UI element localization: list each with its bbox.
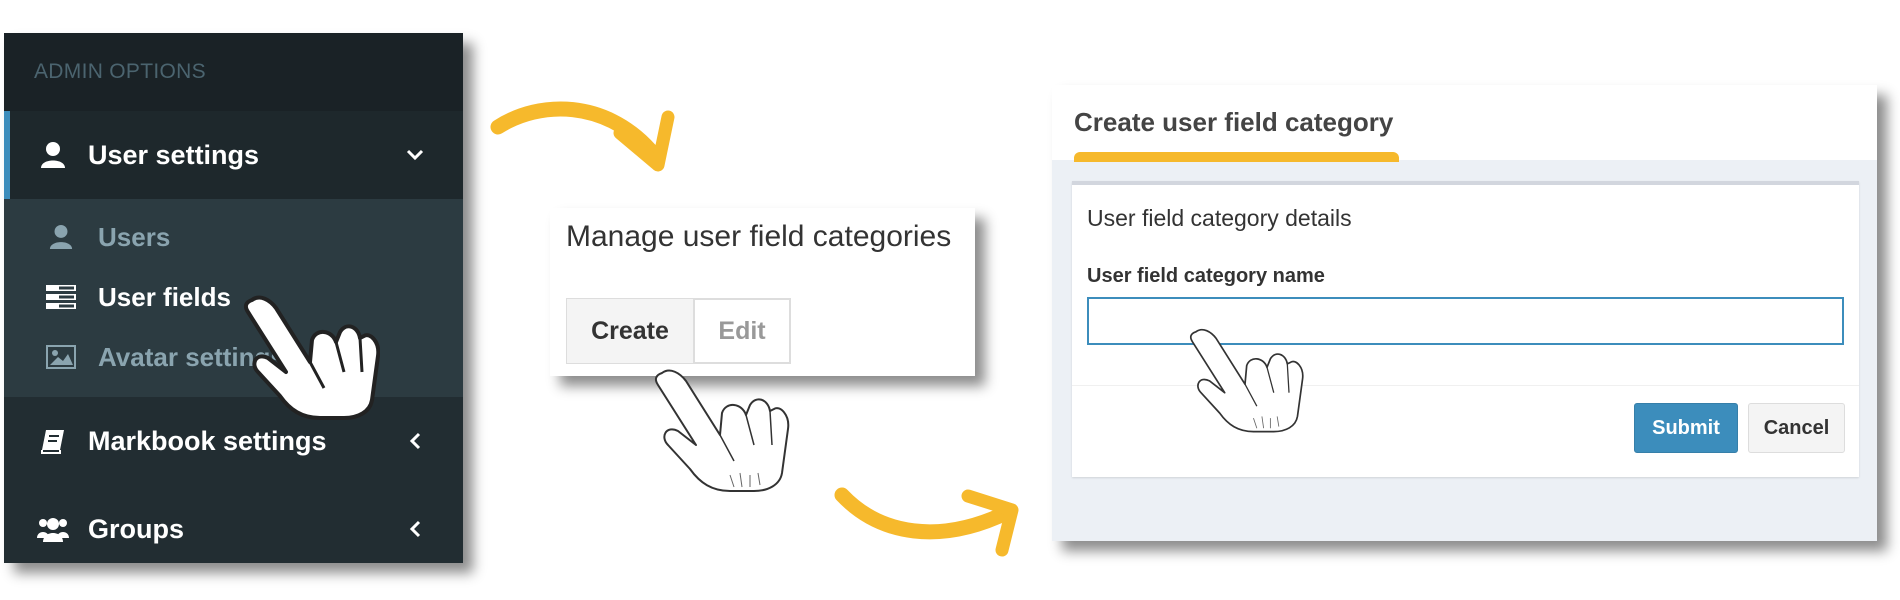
users-icon [36, 514, 70, 544]
chevron-down-icon[interactable] [395, 149, 435, 161]
edit-button[interactable]: Edit [693, 298, 791, 364]
sidebar-item-groups[interactable]: Groups [4, 485, 463, 563]
button-group: Create Edit [566, 298, 791, 364]
sidebar-item-label: Markbook settings [88, 425, 327, 456]
sidebar-subitem-user-fields[interactable]: User fields [4, 267, 463, 327]
sidebar-item-label: User settings [88, 139, 260, 170]
book-icon [36, 426, 70, 456]
create-category-panel: Create user field category User field ca… [1052, 85, 1877, 541]
chevron-left-icon[interactable] [395, 432, 435, 450]
pointing-hand-icon [243, 295, 380, 420]
sidebar-header: ADMIN OPTIONS [4, 33, 463, 111]
user-settings-submenu: Users User fields Avatar settings [4, 199, 463, 397]
pointing-hand-icon [1189, 328, 1304, 433]
submit-button[interactable]: Submit [1634, 403, 1738, 453]
page-title: Create user field category [1074, 107, 1394, 137]
flow-arrow-icon [490, 101, 675, 172]
image-icon [44, 342, 78, 372]
sidebar-item-markbook-settings[interactable]: Markbook settings [4, 397, 463, 485]
panel-header: Create user field category [1052, 85, 1877, 162]
manage-categories-panel: Manage user field categories Create Edit [550, 208, 975, 376]
create-button[interactable]: Create [566, 298, 694, 364]
sidebar-subitem-users[interactable]: Users [4, 207, 463, 267]
sidebar-subitem-label: Users [98, 221, 171, 252]
user-icon [44, 222, 78, 252]
field-label: User field category name [1087, 265, 1325, 287]
chevron-left-icon[interactable] [395, 520, 435, 538]
box-title: User field category details [1087, 205, 1352, 231]
admin-sidebar: ADMIN OPTIONS User settings Users User f… [4, 33, 463, 563]
sidebar-item-label: Groups [88, 513, 185, 544]
tab-active-indicator [1074, 152, 1399, 162]
sidebar-item-user-settings[interactable]: User settings [4, 111, 463, 199]
cancel-button[interactable]: Cancel [1748, 403, 1845, 453]
pointing-hand-icon [654, 369, 790, 492]
sidebar-subitem-label: User fields [98, 281, 231, 312]
page-title: Manage user field categories [566, 220, 952, 253]
flow-arrow-icon [834, 487, 1019, 557]
list-icon [44, 282, 78, 312]
sidebar-subitem-avatar-settings[interactable]: Avatar settings [4, 327, 463, 387]
user-icon [36, 140, 70, 170]
